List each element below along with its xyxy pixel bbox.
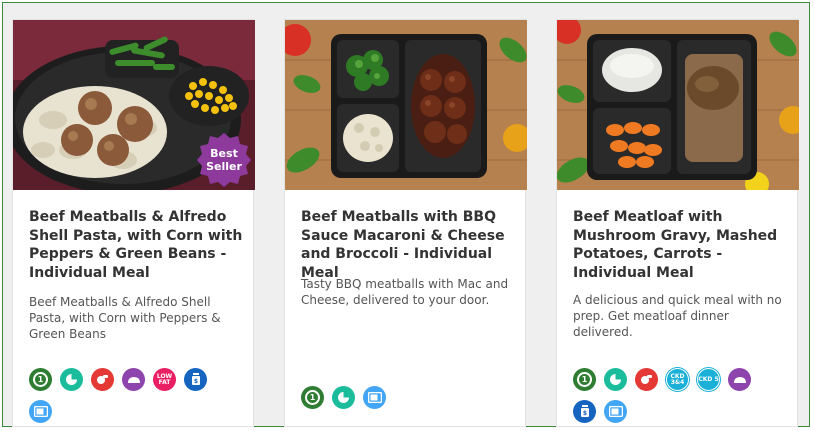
product-title[interactable]: Beef Meatballs & Alfredo Shell Pasta, wi… — [29, 208, 245, 282]
ckd-3-4-icon: CKD 3&4 — [666, 368, 689, 391]
low-fat-icon: LOW FAT — [153, 368, 176, 391]
product-image-meatballs-bbq[interactable] — [285, 20, 527, 190]
pantry-icon: $ — [184, 368, 207, 391]
pantry-icon: $ — [573, 400, 596, 423]
microwave-icon — [363, 386, 386, 409]
product-description: Tasty BBQ meatballs with Mac and Cheese,… — [301, 277, 509, 307]
best-seller-badge: Best Seller — [197, 133, 251, 187]
product-card[interactable]: Beef Meatballs with BBQ Sauce Macaroni &… — [284, 19, 527, 427]
chef-icon — [635, 368, 658, 391]
product-description: A delicious and quick meal with no prep.… — [573, 293, 782, 339]
microwave-icon — [29, 400, 52, 423]
product-grid: Best Seller Beef Meatballs & Alfredo She… — [2, 2, 810, 427]
no-prep-icon — [332, 386, 355, 409]
svg-text:$: $ — [582, 410, 586, 417]
chef-icon — [91, 368, 114, 391]
no-prep-icon — [60, 368, 83, 391]
svg-text:$: $ — [193, 378, 197, 385]
bread-icon — [122, 368, 145, 391]
product-card[interactable]: Best Seller Beef Meatballs & Alfredo She… — [12, 19, 255, 427]
one-serving-icon: 1 — [29, 368, 52, 391]
product-title[interactable]: Beef Meatballs with BBQ Sauce Macaroni &… — [301, 208, 517, 282]
one-serving-icon: 1 — [301, 386, 324, 409]
product-image-meatloaf[interactable] — [557, 20, 799, 190]
product-description: Beef Meatballs & Alfredo Shell Pasta, wi… — [29, 295, 221, 341]
bread-icon — [728, 368, 751, 391]
one-serving-icon: 1 — [573, 368, 596, 391]
product-card[interactable]: Beef Meatloaf with Mushroom Gravy, Mashe… — [556, 19, 799, 427]
product-title[interactable]: Beef Meatloaf with Mushroom Gravy, Mashe… — [573, 208, 789, 282]
ckd-5-icon: CKD 5 — [697, 368, 720, 391]
microwave-icon — [604, 400, 627, 423]
product-image-meatballs-alfredo[interactable]: Best Seller — [13, 20, 255, 190]
best-seller-label: Best Seller — [206, 147, 242, 173]
no-prep-icon — [604, 368, 627, 391]
